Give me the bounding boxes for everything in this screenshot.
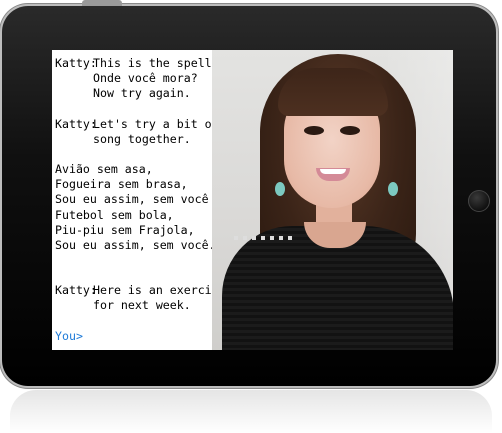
video-feed — [212, 50, 453, 350]
device-reflection — [10, 390, 492, 433]
tutor-bangs — [278, 68, 388, 116]
lyric-line: Sou eu assim, sem você... — [55, 238, 230, 253]
message-line: Here is an exercise — [93, 283, 226, 298]
tutor-teeth — [320, 169, 346, 174]
lyric-line: Piu-piu sem Frajola, — [55, 222, 195, 237]
lyric-line: Avião sem asa, — [55, 162, 153, 177]
home-button-icon[interactable] — [468, 190, 490, 212]
chat-message: Katty: This is the spelling, Onde você m… — [55, 56, 240, 102]
message-line: for next week. — [93, 298, 191, 313]
right-eye — [340, 126, 360, 135]
left-eye — [304, 126, 324, 135]
message-speaker: Katty: — [55, 283, 97, 298]
lyric-line: Fogueira sem brasa, — [55, 177, 188, 192]
device-top-edge — [82, 0, 122, 6]
shoulder-studs — [234, 236, 292, 240]
message-speaker: Katty: — [55, 116, 97, 131]
song-lyrics: Avião sem asa, Fogueira sem brasa, Sou e… — [55, 162, 230, 253]
chat-message: Katty: Let's try a bit of song together. — [55, 116, 219, 147]
left-earring — [275, 182, 285, 196]
tablet-device: Katty: This is the spelling, Onde você m… — [2, 0, 496, 386]
user-input-prompt[interactable]: You> — [55, 329, 212, 344]
chat-message: Katty: Here is an exercise for next week… — [55, 283, 226, 313]
lyric-line: Futebol sem bola, — [55, 207, 174, 222]
chat-panel: Katty: This is the spelling, Onde você m… — [52, 50, 240, 350]
message-speaker: Katty: — [55, 56, 97, 70]
lyric-line: Sou eu assim, sem você — [55, 192, 209, 207]
message-line: song together. — [93, 131, 191, 146]
right-earring — [388, 182, 398, 196]
screen: Katty: This is the spelling, Onde você m… — [52, 50, 453, 350]
message-text: Let's try a bit of song together. — [93, 117, 219, 147]
message-line: Let's try a bit of — [93, 116, 219, 131]
message-text: Here is an exercise for next week. — [93, 283, 226, 313]
